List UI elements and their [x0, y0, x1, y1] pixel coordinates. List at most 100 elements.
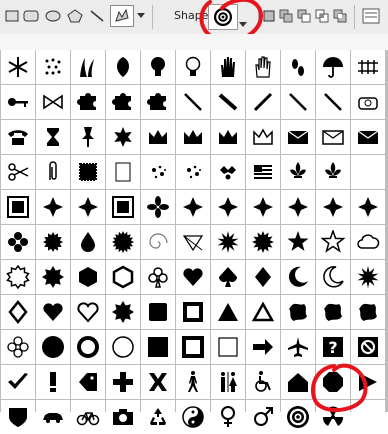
shape-cell[interactable] — [106, 85, 140, 119]
subtract-shape-mode-button[interactable] — [296, 6, 312, 26]
shape-cell[interactable] — [246, 120, 280, 154]
shape-cell[interactable] — [281, 295, 315, 329]
shape-cell[interactable] — [211, 260, 245, 294]
shape-cell[interactable] — [281, 225, 315, 259]
shape-cell[interactable] — [71, 365, 105, 399]
shape-cell[interactable] — [36, 260, 70, 294]
shape-cell[interactable] — [351, 260, 385, 294]
shape-cell[interactable] — [141, 330, 175, 364]
shape-cell[interactable] — [246, 330, 280, 364]
shape-cell[interactable] — [351, 295, 385, 329]
shape-cell[interactable] — [316, 155, 350, 189]
shape-cell[interactable] — [281, 50, 315, 84]
shape-cell[interactable] — [281, 155, 315, 189]
shape-cell[interactable] — [71, 225, 105, 259]
shape-cell[interactable] — [176, 365, 210, 399]
shape-cell[interactable] — [316, 120, 350, 154]
shape-cell[interactable] — [246, 295, 280, 329]
shape-cell[interactable] — [316, 50, 350, 84]
polygon-tool-button[interactable] — [66, 6, 84, 26]
shape-cell[interactable] — [1, 365, 35, 399]
shape-cell[interactable] — [281, 190, 315, 224]
shape-cell[interactable] — [316, 190, 350, 224]
shape-cell[interactable] — [141, 120, 175, 154]
shape-cell[interactable] — [106, 155, 140, 189]
shape-cell[interactable] — [1, 85, 35, 119]
shape-cell[interactable] — [316, 365, 350, 399]
shape-cell[interactable] — [281, 330, 315, 364]
shape-cell[interactable] — [316, 85, 350, 119]
shape-cell[interactable] — [246, 260, 280, 294]
shape-cell[interactable] — [211, 85, 245, 119]
shape-cell[interactable] — [36, 190, 70, 224]
shape-cell[interactable] — [176, 50, 210, 84]
shape-cell[interactable] — [71, 400, 105, 434]
shape-cell[interactable] — [351, 400, 385, 434]
shape-cell[interactable] — [106, 120, 140, 154]
shape-cell[interactable] — [1, 155, 35, 189]
shape-cell[interactable] — [211, 400, 245, 434]
tool-preset-dropdown[interactable] — [136, 6, 146, 26]
shape-cell[interactable] — [141, 260, 175, 294]
shape-cell[interactable] — [316, 225, 350, 259]
shape-cell[interactable] — [71, 190, 105, 224]
shape-cell[interactable] — [71, 295, 105, 329]
shape-cell[interactable] — [211, 365, 245, 399]
shape-cell[interactable] — [36, 155, 70, 189]
shape-cell[interactable] — [1, 260, 35, 294]
shape-cell[interactable] — [141, 400, 175, 434]
line-tool-button[interactable] — [88, 6, 106, 26]
shape-cell[interactable] — [176, 330, 210, 364]
shape-cell[interactable] — [176, 400, 210, 434]
new-shape-mode-button[interactable] — [262, 6, 276, 26]
shape-cell[interactable] — [211, 225, 245, 259]
shape-cell[interactable] — [246, 85, 280, 119]
shape-cell[interactable] — [176, 120, 210, 154]
shape-cell[interactable] — [71, 330, 105, 364]
shape-cell[interactable] — [141, 225, 175, 259]
shape-cell[interactable] — [71, 50, 105, 84]
shape-picker-dropdown[interactable] — [239, 13, 247, 32]
shape-cell[interactable] — [281, 260, 315, 294]
style-button[interactable] — [360, 6, 382, 26]
shape-cell[interactable] — [141, 190, 175, 224]
shape-cell[interactable] — [316, 260, 350, 294]
shape-cell[interactable] — [141, 365, 175, 399]
shape-cell[interactable] — [36, 85, 70, 119]
shape-cell[interactable] — [36, 330, 70, 364]
shape-cell[interactable] — [106, 295, 140, 329]
shape-cell[interactable] — [176, 155, 210, 189]
rectangle-tool-button[interactable] — [4, 6, 20, 26]
shape-cell[interactable] — [246, 400, 280, 434]
ellipse-tool-button[interactable] — [44, 6, 62, 26]
shape-cell[interactable] — [351, 330, 385, 364]
shape-cell[interactable] — [106, 190, 140, 224]
shape-cell[interactable] — [71, 155, 105, 189]
shape-cell[interactable] — [211, 120, 245, 154]
shape-cell[interactable] — [36, 225, 70, 259]
shape-cell[interactable] — [141, 295, 175, 329]
shape-cell[interactable] — [211, 50, 245, 84]
shape-cell[interactable] — [1, 330, 35, 364]
shape-cell[interactable] — [106, 50, 140, 84]
shape-cell[interactable] — [141, 155, 175, 189]
shape-cell[interactable] — [351, 50, 385, 84]
shape-cell[interactable] — [246, 190, 280, 224]
shape-cell[interactable] — [176, 190, 210, 224]
shape-cell[interactable] — [141, 50, 175, 84]
intersect-shape-mode-button[interactable] — [314, 6, 330, 26]
shape-cell[interactable]: ? — [316, 330, 350, 364]
shape-cell[interactable] — [211, 295, 245, 329]
shape-cell[interactable] — [106, 400, 140, 434]
shape-cell[interactable] — [106, 225, 140, 259]
shape-cell[interactable] — [281, 365, 315, 399]
shape-cell[interactable] — [281, 120, 315, 154]
shape-cell[interactable] — [1, 50, 35, 84]
rounded-rectangle-tool-button[interactable] — [22, 6, 40, 26]
shape-cell[interactable] — [351, 120, 385, 154]
shape-cell[interactable] — [141, 85, 175, 119]
shape-cell[interactable] — [351, 155, 385, 189]
shape-cell[interactable] — [36, 50, 70, 84]
shape-cell[interactable] — [36, 120, 70, 154]
shape-cell[interactable] — [316, 400, 350, 434]
